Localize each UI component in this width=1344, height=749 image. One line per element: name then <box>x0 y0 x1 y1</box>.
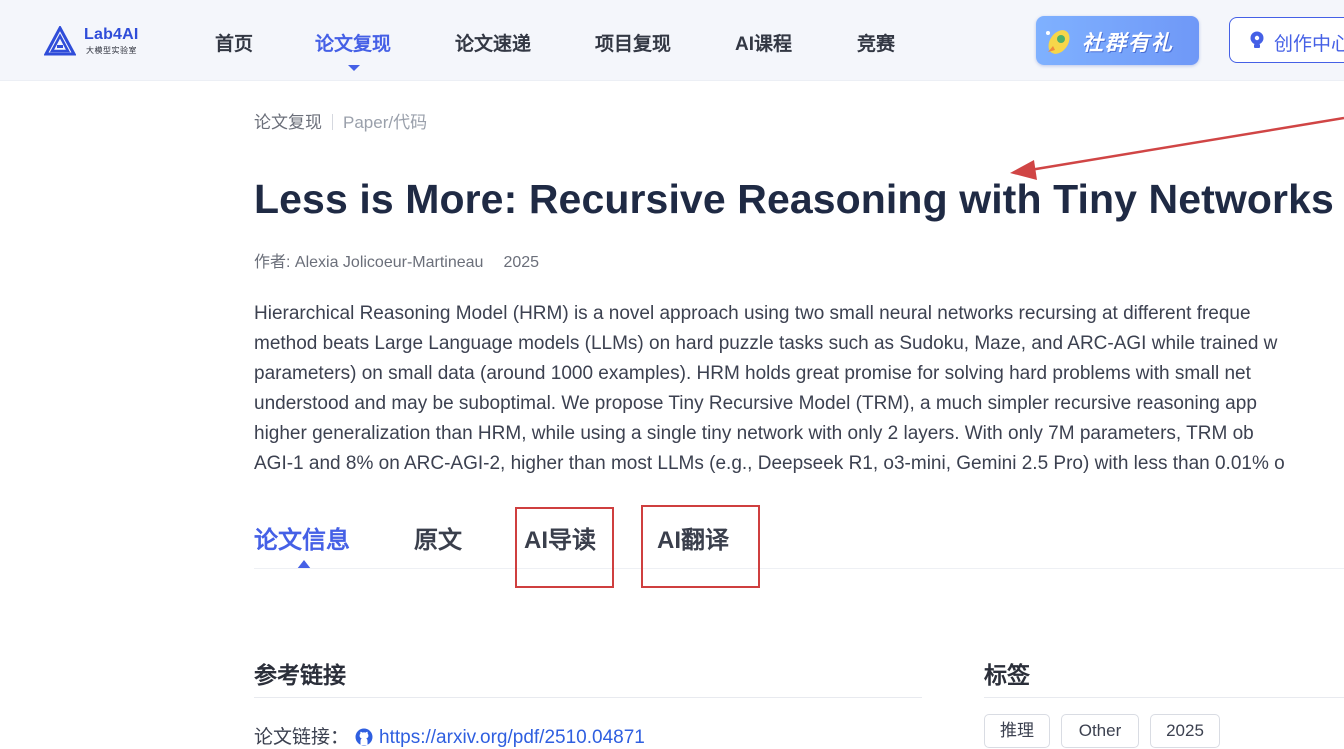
breadcrumb-current: Paper/代码 <box>343 113 428 132</box>
breadcrumb-parent[interactable]: 论文复现 <box>254 113 322 132</box>
tab-divider <box>254 568 1344 569</box>
creator-center-label: 创作中心 <box>1274 34 1344 55</box>
tab-paper-info[interactable]: 论文信息 <box>254 520 350 555</box>
abstract-line: Hierarchical Reasoning Model (HRM) is a … <box>254 303 1251 324</box>
annotation-box-ai-translate <box>641 505 760 588</box>
community-gift-button[interactable]: 社群有礼 <box>1036 16 1199 65</box>
tag-chip[interactable]: 2025 <box>1150 714 1220 748</box>
annotation-box-ai-guide <box>515 507 614 588</box>
lightbulb-icon <box>1250 31 1264 48</box>
triangle-logo-icon <box>44 26 76 56</box>
nav-item-paper-repro[interactable]: 论文复现 <box>315 29 391 56</box>
references-title: 参考链接 <box>254 662 346 688</box>
tags-divider <box>984 697 1344 698</box>
breadcrumb-separator <box>332 114 333 130</box>
paper-link-row: 论文链接： https://arxiv.org/pdf/2510.04871 <box>254 722 645 749</box>
brand-subtitle: 大模型实验室 <box>86 46 137 55</box>
breadcrumb: 论文复现 Paper/代码 <box>254 108 427 133</box>
nav-item-paper-express[interactable]: 论文速递 <box>455 29 531 56</box>
paper-author: 作者: Alexia Jolicoeur-Martineau <box>254 254 484 271</box>
paper-year: 2025 <box>503 254 540 271</box>
top-header: Lab4AI 大模型实验室 首页 论文复现 论文速递 项目复现 AI课程 竞赛 … <box>0 0 1344 81</box>
nav-item-home[interactable]: 首页 <box>215 29 253 56</box>
tags-title: 标签 <box>984 662 1030 688</box>
paper-link-label: 论文链接： <box>254 727 350 748</box>
abstract-line: higher generalization than HRM, while us… <box>254 423 1254 444</box>
abstract-line: method beats Large Language models (LLMs… <box>254 333 1278 354</box>
nav-item-project-repro[interactable]: 项目复现 <box>595 29 671 56</box>
community-gift-label: 社群有礼 <box>1082 32 1174 55</box>
paper-title: Less is More: Recursive Reasoning with T… <box>254 176 1334 222</box>
nav-item-ai-courses[interactable]: AI课程 <box>735 29 792 56</box>
abstract-line: understood and may be suboptimal. We pro… <box>254 393 1257 414</box>
abstract-line: AGI-1 and 8% on ARC-AGI-2, higher than m… <box>254 453 1285 474</box>
paper-link-url[interactable]: https://arxiv.org/pdf/2510.04871 <box>379 727 645 748</box>
creator-center-button[interactable]: 创作中心 <box>1229 17 1344 63</box>
github-icon <box>355 728 373 746</box>
brand-name: Lab4AI <box>84 26 139 43</box>
tab-original[interactable]: 原文 <box>414 520 462 555</box>
nav-active-caret <box>348 65 360 71</box>
tag-chip[interactable]: Other <box>1061 714 1139 748</box>
references-divider <box>254 697 922 698</box>
nav-item-competition[interactable]: 竞赛 <box>857 29 895 56</box>
abstract-line: parameters) on small data (around 1000 e… <box>254 363 1251 384</box>
tag-chip[interactable]: 推理 <box>984 714 1050 748</box>
paper-abstract: Hierarchical Reasoning Model (HRM) is a … <box>254 299 1344 479</box>
paper-meta: 作者: Alexia Jolicoeur-Martineau 2025 <box>254 248 539 272</box>
brand-logo[interactable]: Lab4AI 大模型实验室 <box>44 24 164 58</box>
gift-rocket-icon <box>1046 30 1070 54</box>
